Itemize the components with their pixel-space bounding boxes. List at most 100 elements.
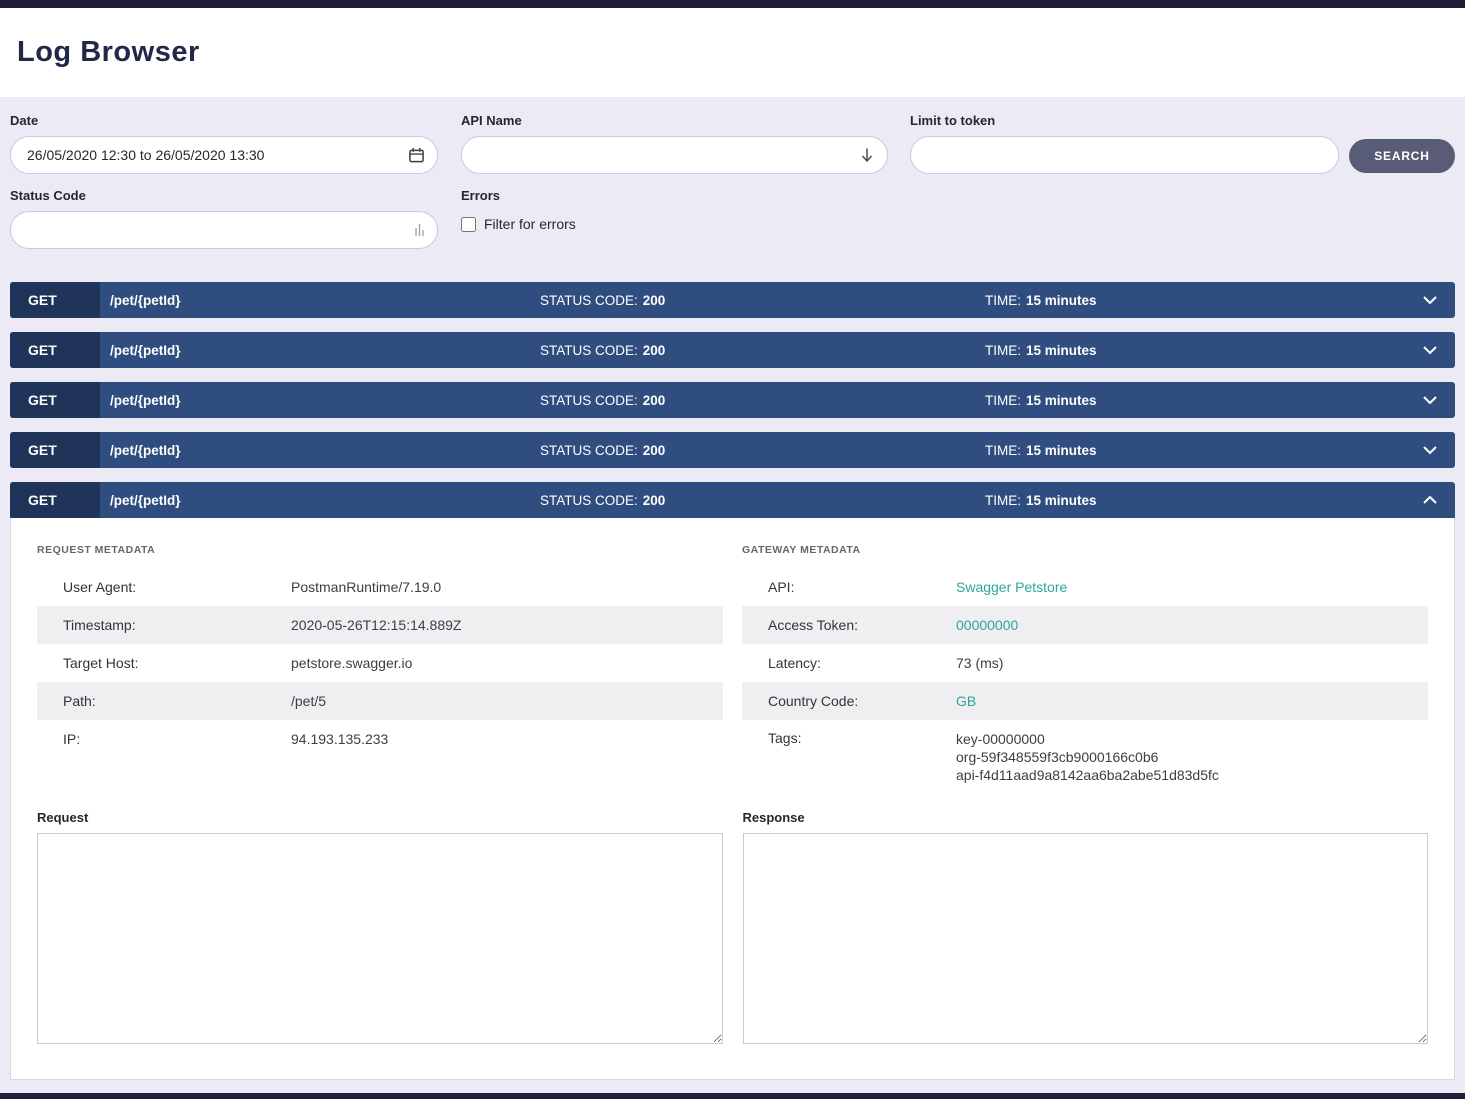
status-code-text: STATUS CODE:200	[540, 282, 665, 318]
meta-label: Path:	[37, 693, 291, 709]
time-text: TIME:15 minutes	[985, 432, 1097, 468]
meta-row: API: Swagger Petstore	[742, 568, 1428, 606]
meta-label: Access Token:	[742, 617, 956, 633]
errors-field: Errors Filter for errors	[461, 188, 576, 232]
response-payload-section: Response	[743, 810, 1429, 1049]
status-code-label: Status Code	[10, 188, 438, 203]
gateway-metadata-section: GATEWAY METADATA API: Swagger Petstore A…	[742, 544, 1428, 794]
log-path: /pet/{petId}	[110, 432, 181, 468]
chevron-down-icon[interactable]	[1423, 296, 1437, 305]
method-badge: GET	[10, 432, 100, 468]
api-link[interactable]: Swagger Petstore	[956, 579, 1067, 595]
tag-item: api-f4d11aad9a8142aa6ba2abe51d83d5fc	[956, 766, 1219, 784]
meta-value: /pet/5	[291, 693, 326, 709]
bars-icon	[414, 223, 424, 237]
meta-row: IP: 94.193.135.233	[37, 720, 723, 758]
log-row[interactable]: GET /pet/{petId} STATUS CODE:200 TIME:15…	[10, 282, 1455, 318]
log-path: /pet/{petId}	[110, 382, 181, 418]
meta-value: 73 (ms)	[956, 655, 1003, 671]
date-input[interactable]	[10, 136, 438, 174]
method-badge: GET	[10, 482, 100, 518]
meta-label: Latency:	[742, 655, 956, 671]
time-text: TIME:15 minutes	[985, 332, 1097, 368]
arrow-down-icon[interactable]	[860, 148, 874, 163]
status-code-field: Status Code	[10, 188, 438, 249]
log-path: /pet/{petId}	[110, 332, 181, 368]
request-metadata-title: REQUEST METADATA	[37, 544, 723, 556]
app-header: Log Browser	[0, 8, 1465, 97]
chevron-down-icon[interactable]	[1423, 396, 1437, 405]
meta-label: Country Code:	[742, 693, 956, 709]
status-code-text: STATUS CODE:200	[540, 482, 665, 518]
log-path: /pet/{petId}	[110, 482, 181, 518]
log-row[interactable]: GET /pet/{petId} STATUS CODE:200 TIME:15…	[10, 332, 1455, 368]
status-code-text: STATUS CODE:200	[540, 332, 665, 368]
filter-for-errors-text[interactable]: Filter for errors	[484, 216, 576, 232]
meta-label: API:	[742, 579, 956, 595]
method-badge: GET	[10, 382, 100, 418]
calendar-icon[interactable]	[409, 148, 424, 163]
filter-for-errors-checkbox[interactable]	[461, 217, 476, 232]
meta-value: 2020-05-26T12:15:14.889Z	[291, 617, 461, 633]
api-name-field: API Name	[461, 113, 888, 174]
meta-label: IP:	[37, 731, 291, 747]
page-title: Log Browser	[17, 36, 200, 69]
meta-label: Tags:	[742, 730, 956, 746]
chevron-down-icon[interactable]	[1423, 346, 1437, 355]
request-label: Request	[37, 810, 723, 825]
meta-label: User Agent:	[37, 579, 291, 595]
access-token-link[interactable]: 00000000	[956, 617, 1018, 633]
log-list: GET /pet/{petId} STATUS CODE:200 TIME:15…	[10, 282, 1455, 1080]
time-text: TIME:15 minutes	[985, 382, 1097, 418]
meta-row: Path: /pet/5	[37, 682, 723, 720]
date-field: Date	[10, 113, 438, 174]
meta-row: User Agent: PostmanRuntime/7.19.0	[37, 568, 723, 606]
log-row[interactable]: GET /pet/{petId} STATUS CODE:200 TIME:15…	[10, 432, 1455, 468]
response-textarea[interactable]	[743, 833, 1429, 1044]
meta-row: Latency: 73 (ms)	[742, 644, 1428, 682]
request-textarea[interactable]	[37, 833, 723, 1044]
api-name-label: API Name	[461, 113, 888, 128]
status-code-text: STATUS CODE:200	[540, 382, 665, 418]
log-path: /pet/{petId}	[110, 282, 181, 318]
meta-value: 94.193.135.233	[291, 731, 388, 747]
log-details-panel: REQUEST METADATA User Agent: PostmanRunt…	[10, 518, 1455, 1080]
time-text: TIME:15 minutes	[985, 482, 1097, 518]
log-row-expanded[interactable]: GET /pet/{petId} STATUS CODE:200 TIME:15…	[10, 482, 1455, 518]
request-metadata-section: REQUEST METADATA User Agent: PostmanRunt…	[37, 544, 723, 794]
time-text: TIME:15 minutes	[985, 282, 1097, 318]
search-button[interactable]: SEARCH	[1349, 139, 1455, 173]
method-badge: GET	[10, 282, 100, 318]
gateway-metadata-title: GATEWAY METADATA	[742, 544, 1428, 556]
method-badge: GET	[10, 332, 100, 368]
limit-to-token-field: Limit to token	[910, 113, 1339, 174]
log-row[interactable]: GET /pet/{petId} STATUS CODE:200 TIME:15…	[10, 382, 1455, 418]
tag-item: org-59f348559f3cb9000166c0b6	[956, 748, 1219, 766]
meta-row-tags: Tags: key-00000000 org-59f348559f3cb9000…	[742, 720, 1428, 794]
meta-row: Timestamp: 2020-05-26T12:15:14.889Z	[37, 606, 723, 644]
meta-row: Country Code: GB	[742, 682, 1428, 720]
errors-label: Errors	[461, 188, 576, 203]
tag-item: key-00000000	[956, 730, 1219, 748]
meta-value: PostmanRuntime/7.19.0	[291, 579, 441, 595]
chevron-up-icon[interactable]	[1423, 496, 1437, 505]
api-name-select[interactable]	[461, 136, 888, 174]
filter-section: Date API Name Limit to token	[0, 97, 1465, 269]
status-code-text: STATUS CODE:200	[540, 432, 665, 468]
bottom-accent-bar	[0, 1093, 1465, 1099]
meta-label: Target Host:	[37, 655, 291, 671]
status-code-input[interactable]	[10, 211, 438, 249]
meta-row: Access Token: 00000000	[742, 606, 1428, 644]
log-browser-page: Log Browser Date API Name	[0, 0, 1465, 1099]
response-label: Response	[743, 810, 1429, 825]
limit-to-token-label: Limit to token	[910, 113, 1339, 128]
country-code-link[interactable]: GB	[956, 693, 976, 709]
request-payload-section: Request	[37, 810, 723, 1049]
meta-row: Target Host: petstore.swagger.io	[37, 644, 723, 682]
chevron-down-icon[interactable]	[1423, 446, 1437, 455]
meta-label: Timestamp:	[37, 617, 291, 633]
date-label: Date	[10, 113, 438, 128]
tags-value: key-00000000 org-59f348559f3cb9000166c0b…	[956, 730, 1219, 784]
limit-to-token-input[interactable]	[910, 136, 1339, 174]
meta-value: petstore.swagger.io	[291, 655, 412, 671]
